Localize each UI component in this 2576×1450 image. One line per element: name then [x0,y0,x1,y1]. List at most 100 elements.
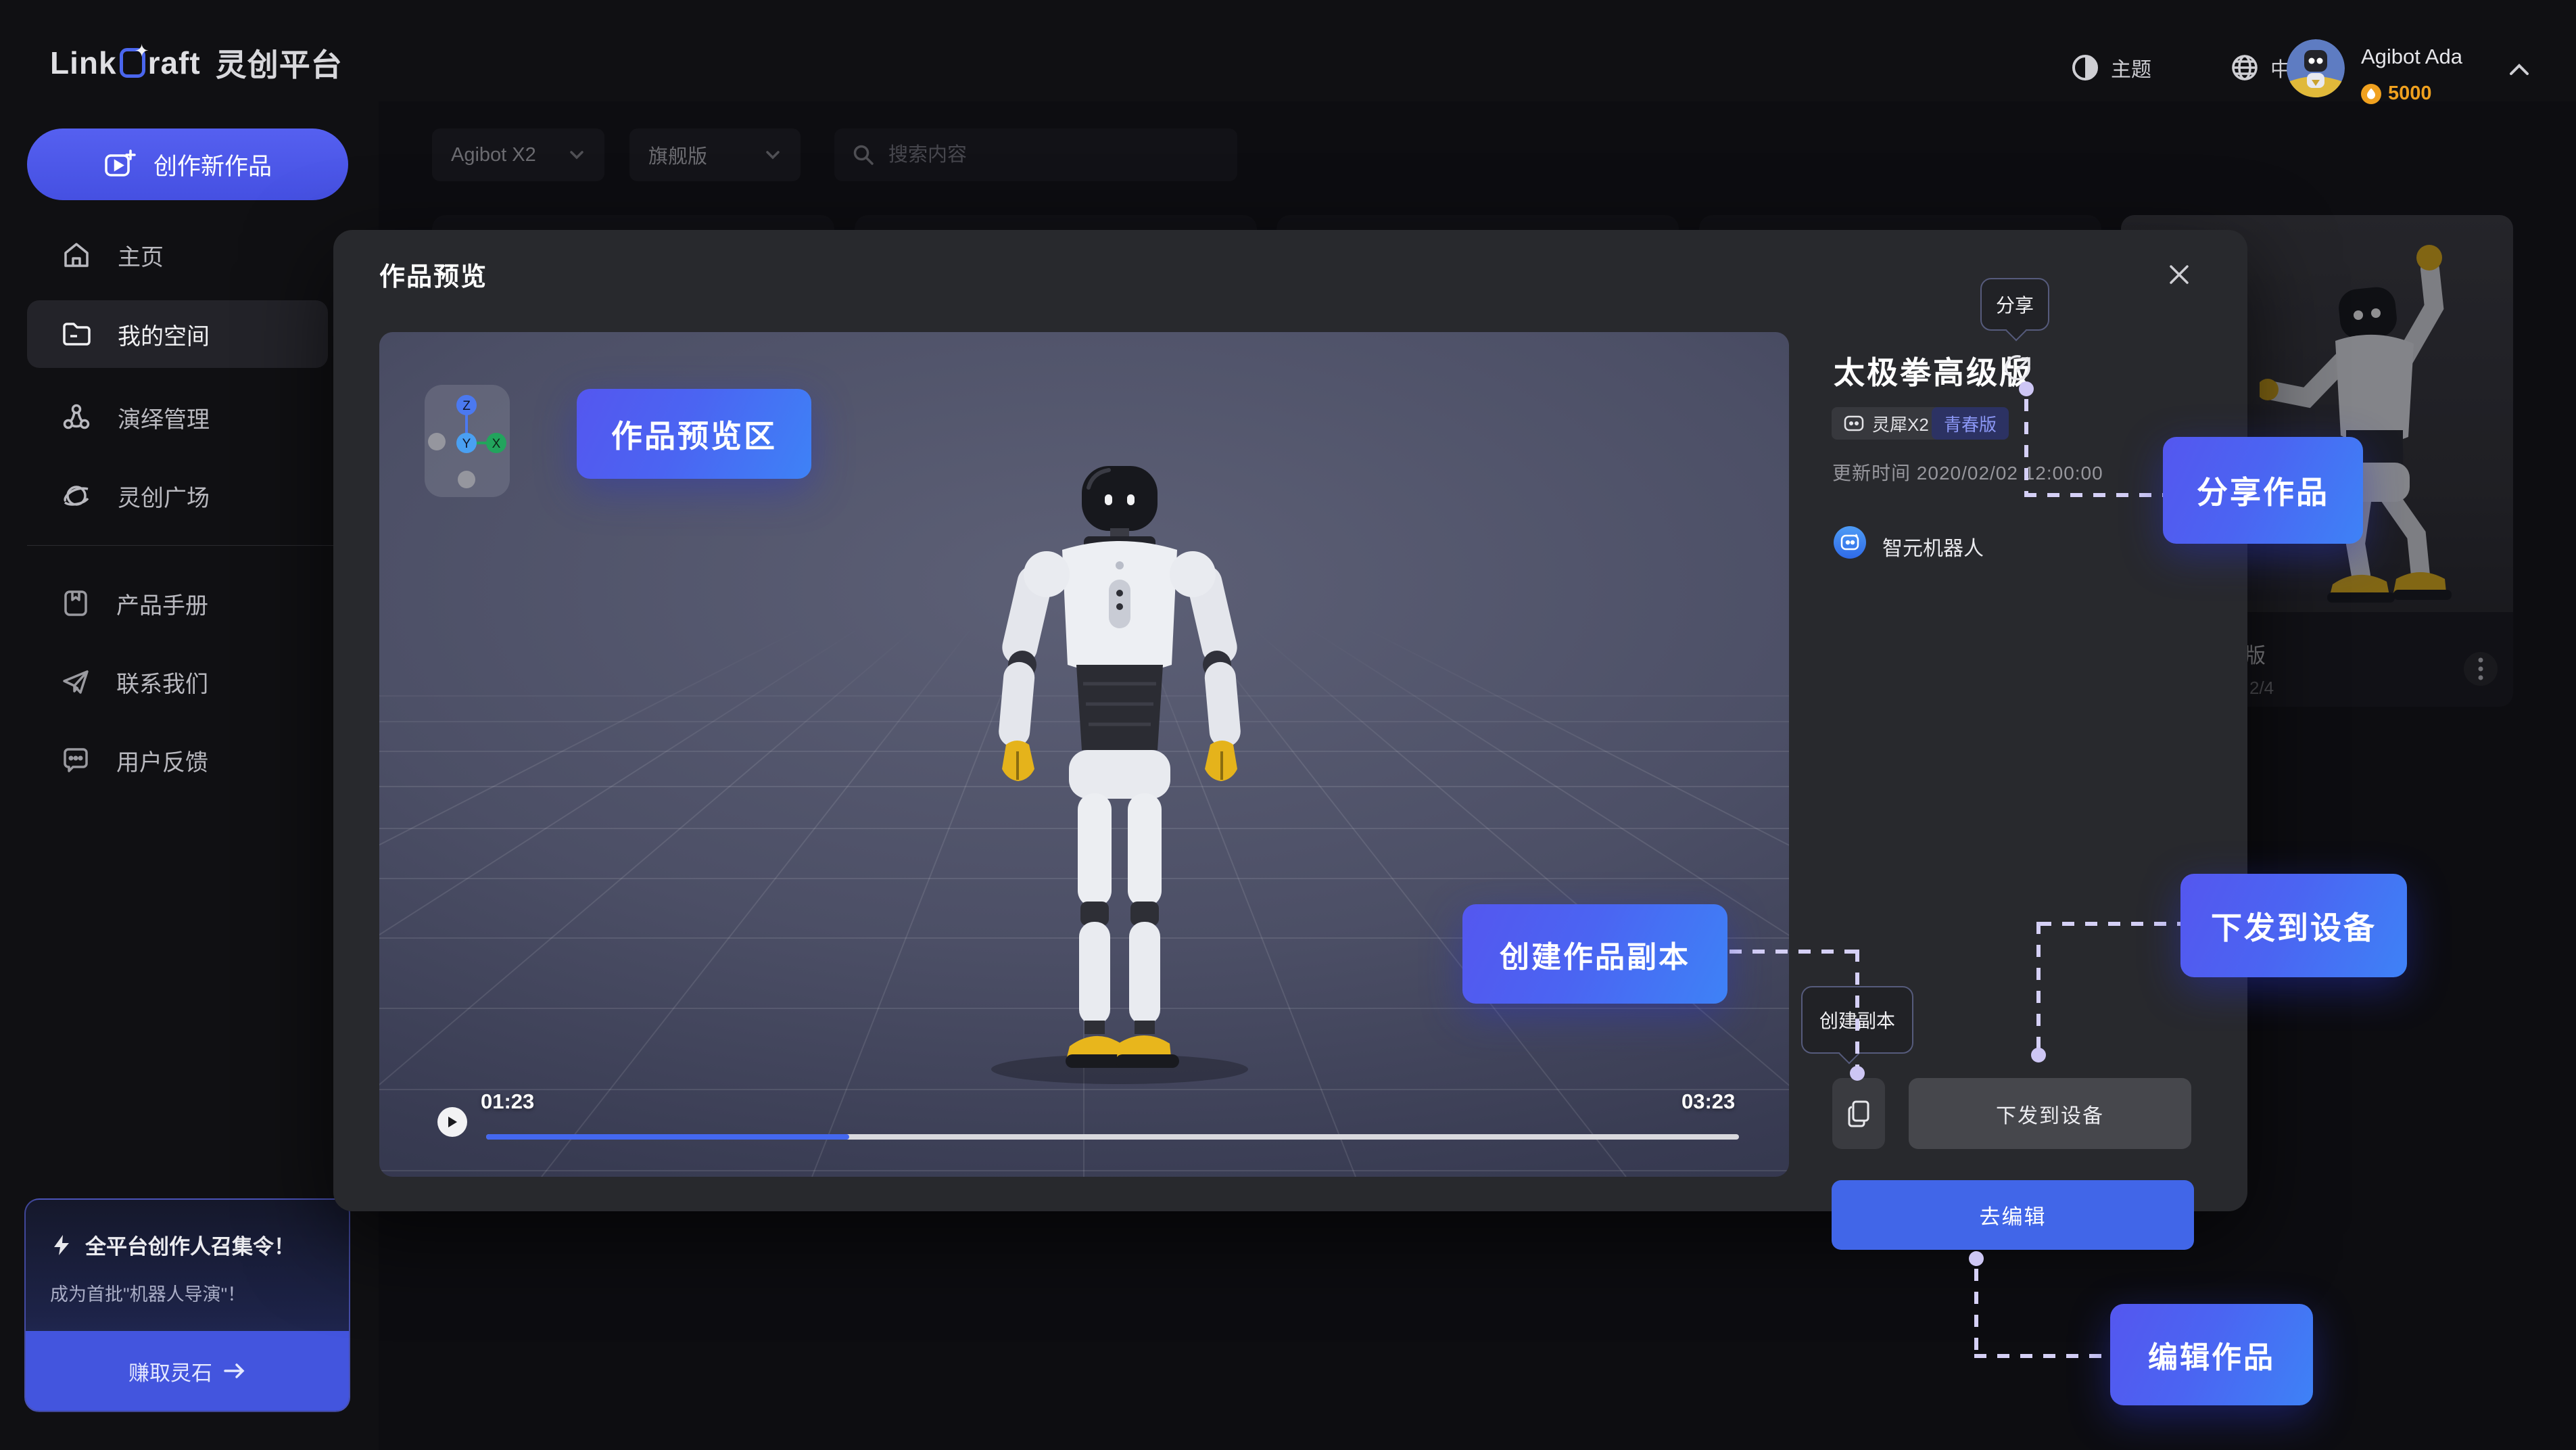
play-button[interactable] [437,1107,467,1137]
theme-icon [2070,53,2100,83]
app-logo: Link ✦raft 灵创平台 [50,41,343,85]
updated-time: 2020/02/02 12:00:00 [1917,463,2103,484]
share-connector-line [2024,399,2028,496]
callout-share-work: 分享作品 [2163,437,2363,544]
create-copy-button[interactable] [1832,1078,1885,1149]
star-icon: ✦ [135,41,150,62]
edit-connector-line [1974,1354,2110,1358]
copy-connector-dot [1850,1066,1865,1081]
deploy-button-label: 下发到设备 [1996,1099,2104,1129]
share-connector-line [2024,493,2163,497]
gizmo-x-label: X [492,437,501,451]
total-time: 03:23 [1681,1090,1735,1114]
work-preview-modal: 作品预览 [333,230,2247,1211]
manual-book-icon [61,588,91,618]
arrow-right-icon [223,1362,246,1380]
feedback-bubble-icon [61,745,91,775]
tooltip-pointer [2005,320,2026,341]
logo-text-suffix: raft [148,45,201,81]
close-icon[interactable] [2163,258,2195,291]
planet-icon [61,480,92,511]
sidebar-item-home[interactable]: 主页 [27,221,328,289]
edit-button-label: 去编辑 [1980,1200,2047,1230]
deploy-to-device-button[interactable]: 下发到设备 [1909,1078,2191,1149]
globe-icon [2230,53,2260,83]
deploy-connector-dot [2031,1048,2046,1062]
chevron-up-icon[interactable] [2506,57,2533,84]
theme-toggle[interactable]: 主题 [2070,53,2151,83]
earn-gems-label: 赚取灵石 [128,1356,212,1386]
copy-connector-line [1730,950,1859,954]
sidebar-item-my-space[interactable]: 我的空间 [27,300,328,368]
modal-title: 作品预览 [379,256,487,293]
share-tooltip-label: 分享 [1996,291,2034,318]
earn-gems-button[interactable]: 赚取灵石 [26,1331,349,1411]
logo-text-prefix: Link [50,45,117,81]
promo-subtitle: 成为首批"机器人导演"！ [50,1280,245,1306]
user-name: Agibot Ada [2361,45,2462,69]
updated-label: 更新时间 [1832,463,1911,484]
sidebar-link-label: 用户反馈 [116,744,208,777]
sidebar-link-contact[interactable]: 联系我们 [27,648,328,716]
user-avatar[interactable] [2287,39,2345,97]
promo-title-text: 全平台创作人召集令！ [85,1230,295,1260]
coin-amount: 5000 [2388,83,2432,105]
copy-icon [1846,1100,1871,1128]
share-tooltip: 分享 [1980,278,2049,331]
sidebar: 创作新作品 主页 我的空间 演绎管理 灵创广场 产品手册 联系我们 [0,101,379,1450]
creator-promo-card: 全平台创作人召集令！ 成为首批"机器人导演"！ 赚取灵石 [24,1198,350,1412]
copy-connector-line [1855,950,1859,1067]
updated-time-row: 更新时间 2020/02/02 12:00:00 [1832,459,2103,486]
logo-cn-text: 灵创平台 [216,41,343,85]
callout-edit-work: 编辑作品 [2110,1304,2313,1405]
coin-icon [2361,84,2381,104]
author-avatar [1834,526,1866,559]
callout-preview-area: 作品预览区 [577,389,811,479]
lightning-icon [50,1234,73,1257]
sidebar-link-label: 联系我们 [116,665,208,699]
gizmo-y-label: Y [462,437,471,451]
share-icon[interactable] [2002,352,2034,384]
edit-connector-line [1974,1269,1978,1356]
deploy-connector-line [2036,922,2041,1049]
callout-create-copy: 创建作品副本 [1462,904,1727,1004]
sidebar-item-plaza[interactable]: 灵创广场 [27,462,328,530]
create-new-work-button[interactable]: 创作新作品 [27,128,348,200]
sidebar-item-label: 灵创广场 [118,480,210,513]
progress-bar[interactable] [486,1134,1739,1140]
top-bar: Link✦raft 灵创平台 主题 中文 Agibot Ada 5000 [0,0,2576,128]
author-robot-icon [1840,533,1860,552]
deploy-connector-line [2039,922,2180,926]
home-icon [61,239,92,271]
gizmo-z-label: Z [462,399,471,413]
avatar-robot-image [2287,39,2345,97]
progress-fill [486,1134,849,1140]
app-screen: Link✦raft 灵创平台 主题 中文 Agibot Ada 5000 [0,0,2576,1450]
sidebar-link-feedback[interactable]: 用户反馈 [27,726,328,794]
edition-tag-label: 青春版 [1944,411,1997,436]
go-edit-button[interactable]: 去编辑 [1832,1180,2194,1250]
share-connector-dot [2019,381,2034,396]
coin-balance: 5000 [2361,83,2432,105]
promo-title: 全平台创作人召集令！ [50,1230,295,1260]
sidebar-item-label: 演绎管理 [118,401,210,434]
create-new-work-label: 创作新作品 [153,147,272,182]
callout-deploy-device: 下发到设备 [2180,874,2407,977]
sidebar-item-label: 我的空间 [118,318,210,351]
sidebar-link-label: 产品手册 [116,587,208,620]
sidebar-link-manual[interactable]: 产品手册 [27,569,328,637]
edition-tag: 青春版 [1932,407,2009,440]
model-tag-label: 灵犀X2 [1872,411,1929,436]
orientation-gizmo[interactable]: Z Y X [425,385,510,497]
sidebar-item-performance-management[interactable]: 演绎管理 [27,383,328,451]
author-name: 智元机器人 [1882,532,1984,561]
play-icon [446,1115,458,1129]
current-time: 01:23 [481,1090,534,1114]
robot-face-icon [1844,415,1864,432]
model-tag: 灵犀X2 [1832,407,1941,440]
sidebar-divider [27,545,352,546]
folder-icon [61,319,92,350]
paper-plane-icon [61,667,91,697]
video-plus-icon [103,148,136,181]
network-nodes-icon [61,402,92,433]
